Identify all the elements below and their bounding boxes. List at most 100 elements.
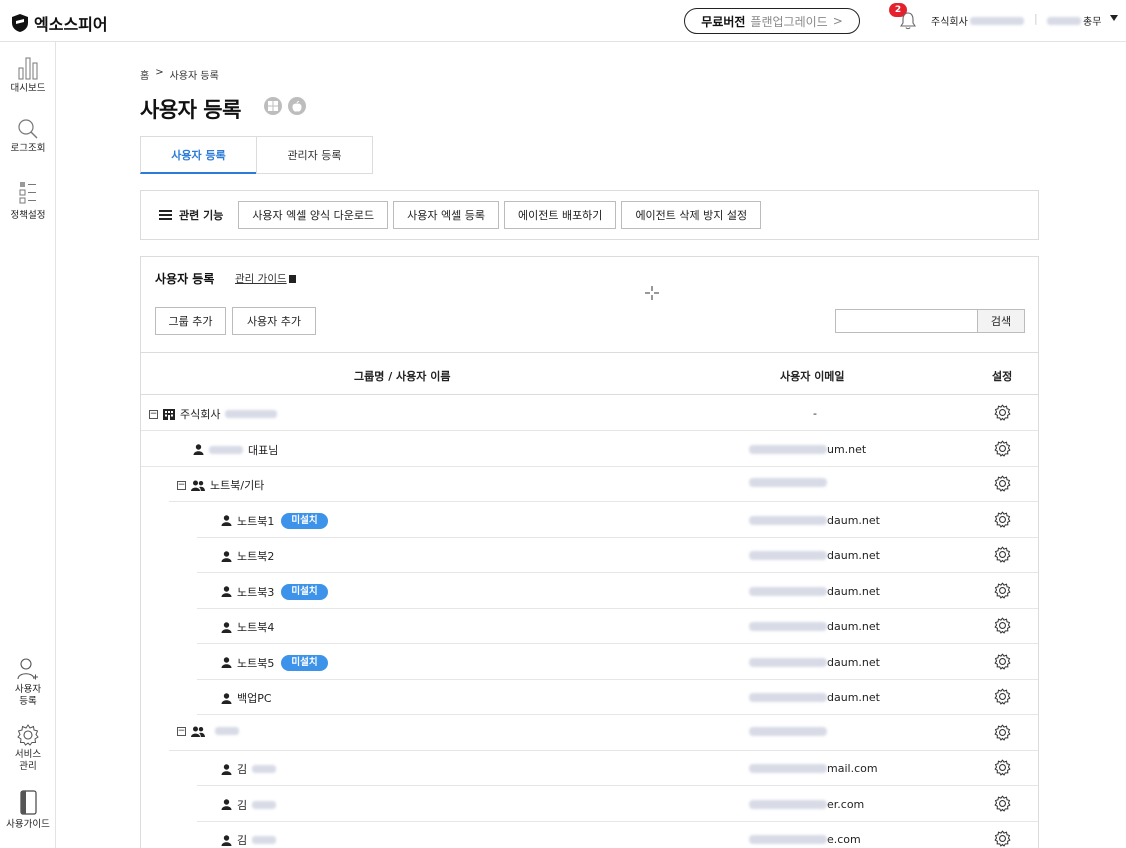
user-icon (221, 621, 232, 633)
top-bar: 엑소스피어 무료버전 플랜업그레이드 > 2 주식회사 | 총무 (0, 0, 1126, 42)
gear-icon[interactable] (994, 404, 1011, 421)
agent-deploy-button[interactable]: 에이전트 배포하기 (503, 201, 617, 229)
upgrade-plan-button[interactable]: 무료버전 플랜업그레이드 > (684, 8, 860, 34)
table-row-company[interactable]: − 주식회사 - (141, 395, 1038, 431)
row-settings-button[interactable] (994, 830, 1011, 848)
header-divider: | (1034, 12, 1038, 25)
row-settings-button[interactable] (994, 510, 1011, 531)
sidebar-item-guide[interactable]: 사용가이드 (0, 790, 56, 831)
not-installed-badge: 미설치 (281, 583, 328, 600)
logo-text: 엑소스피어 (34, 15, 108, 34)
excel-user-import-button[interactable]: 사용자 엑셀 등록 (393, 201, 499, 229)
table-row-user[interactable]: 노트북1 미설치 daum.net (197, 502, 1038, 538)
gear-icon[interactable] (994, 723, 1011, 741)
tab-user-register[interactable]: 사용자 등록 (140, 136, 257, 174)
sidebar-item-label: 정책설정 (10, 210, 46, 221)
gear-icon[interactable] (994, 581, 1011, 599)
user-register-panel: 사용자 등록 관리 가이드 그룹 추가 사용자 추가 검색 그룹명 / 사용자 … (140, 256, 1039, 848)
caret-down-icon[interactable] (1110, 15, 1118, 21)
admin-guide-link[interactable]: 관리 가이드 (235, 271, 296, 286)
row-settings-button[interactable] (994, 546, 1011, 566)
table-header: 그룹명 / 사용자 이름 사용자 이메일 설정 (141, 352, 1038, 395)
table-row-user[interactable]: 백업PC daum.net (197, 679, 1038, 715)
table-row-user[interactable]: 김 e.com (197, 821, 1038, 848)
row-name: 노트북2 (237, 550, 275, 563)
email-redacted (749, 726, 827, 736)
gear-icon (17, 724, 39, 746)
sidebar-item-label: 사용가이드 (6, 819, 50, 830)
gear-icon[interactable] (994, 794, 1011, 812)
row-name: 노트북4 (237, 621, 275, 634)
collapse-toggle-icon[interactable]: − (149, 409, 158, 419)
agent-delete-protect-button[interactable]: 에이전트 삭제 방지 설정 (621, 201, 762, 229)
table-row-user[interactable]: 김 mail.com (197, 750, 1038, 786)
gear-icon[interactable] (994, 510, 1011, 528)
gear-icon[interactable] (994, 759, 1011, 776)
user-icon (221, 550, 232, 562)
add-user-button[interactable]: 사용자 추가 (232, 307, 316, 335)
sidebar-item-dashboard[interactable]: 대시보드 (0, 56, 56, 95)
gear-icon[interactable] (994, 830, 1011, 847)
breadcrumb-home[interactable]: 홈 (140, 67, 149, 82)
gear-icon[interactable] (994, 546, 1011, 563)
row-email: daum.net (827, 584, 880, 598)
collapse-toggle-icon[interactable]: − (177, 726, 186, 736)
table-row-user[interactable]: 노트북3 미설치 daum.net (197, 573, 1038, 609)
row-settings-button[interactable] (994, 652, 1011, 673)
row-settings-button[interactable] (994, 475, 1011, 495)
collapse-toggle-icon[interactable]: − (177, 480, 186, 490)
sidebar-item-user-register[interactable]: 사용자 등록 (0, 657, 56, 708)
search-input[interactable] (835, 309, 978, 333)
table-row-user[interactable]: 노트북2 daum.net (197, 537, 1038, 573)
guide-book-icon (20, 790, 37, 815)
breadcrumb-separator: > (155, 67, 164, 78)
table-row-user[interactable]: 대표님 um.net (141, 431, 1038, 467)
row-settings-button[interactable] (994, 439, 1011, 460)
row-email: mail.com (827, 762, 878, 775)
row-settings-button[interactable] (994, 617, 1011, 637)
table-row-user[interactable]: 노트북5 미설치 daum.net (197, 644, 1038, 680)
table-row-user[interactable]: 김 er.com (197, 786, 1038, 822)
sidebar-item-service[interactable]: 서비스 관리 (0, 724, 56, 773)
row-settings-button[interactable] (994, 759, 1011, 779)
sidebar-item-log[interactable]: 로그조회 (0, 118, 56, 155)
app-logo[interactable]: 엑소스피어 (12, 11, 108, 35)
left-sidebar: 대시보드 로그조회 정책설정 사용자 등록 서비스 관리 사용가이드 (0, 42, 56, 848)
gear-icon[interactable] (994, 475, 1011, 492)
windows-icon[interactable] (264, 97, 282, 115)
gear-icon[interactable] (994, 688, 1011, 705)
row-settings-button[interactable] (994, 581, 1011, 602)
gear-icon[interactable] (994, 617, 1011, 634)
user-menu[interactable]: 총무 (1047, 13, 1101, 28)
tab-admin-register[interactable]: 관리자 등록 (256, 136, 373, 174)
row-settings-button[interactable] (994, 723, 1011, 744)
search-button[interactable]: 검색 (977, 309, 1025, 333)
sidebar-item-policy[interactable]: 정책설정 (0, 181, 56, 222)
row-name-cell: 김 (221, 832, 277, 848)
row-name-cell: 노트북4 (221, 619, 274, 635)
name-redacted (209, 445, 243, 454)
user-icon (193, 444, 204, 455)
related-functions-bar: 관련 기능 사용자 엑셀 양식 다운로드 사용자 엑셀 등록 에이전트 배포하기… (140, 190, 1039, 240)
table-row-group[interactable]: − (169, 715, 1038, 751)
bar-chart-icon (18, 57, 38, 80)
row-settings-button[interactable] (994, 688, 1011, 708)
mouse-crosshair-icon (645, 286, 659, 300)
row-email: daum.net (827, 655, 880, 669)
row-email-cell (749, 726, 827, 736)
add-group-button[interactable]: 그룹 추가 (155, 307, 226, 335)
row-name: 백업PC (237, 692, 272, 705)
breadcrumb: 홈 > 사용자 등록 (140, 67, 219, 82)
row-name-cell: 대표님 (193, 442, 278, 458)
excel-template-download-button[interactable]: 사용자 엑셀 양식 다운로드 (238, 201, 389, 229)
gear-icon[interactable] (994, 439, 1011, 457)
row-email-cell: e.com (749, 833, 861, 846)
gear-icon[interactable] (994, 652, 1011, 670)
table-row-group[interactable]: − 노트북/기타 (169, 466, 1038, 502)
related-functions-label: 관련 기능 (159, 207, 223, 223)
table-row-user[interactable]: 노트북4 daum.net (197, 608, 1038, 644)
row-settings-button[interactable] (994, 794, 1011, 815)
bell-icon[interactable] (900, 12, 916, 30)
row-settings-button[interactable] (994, 404, 1011, 424)
apple-icon[interactable] (288, 97, 306, 115)
